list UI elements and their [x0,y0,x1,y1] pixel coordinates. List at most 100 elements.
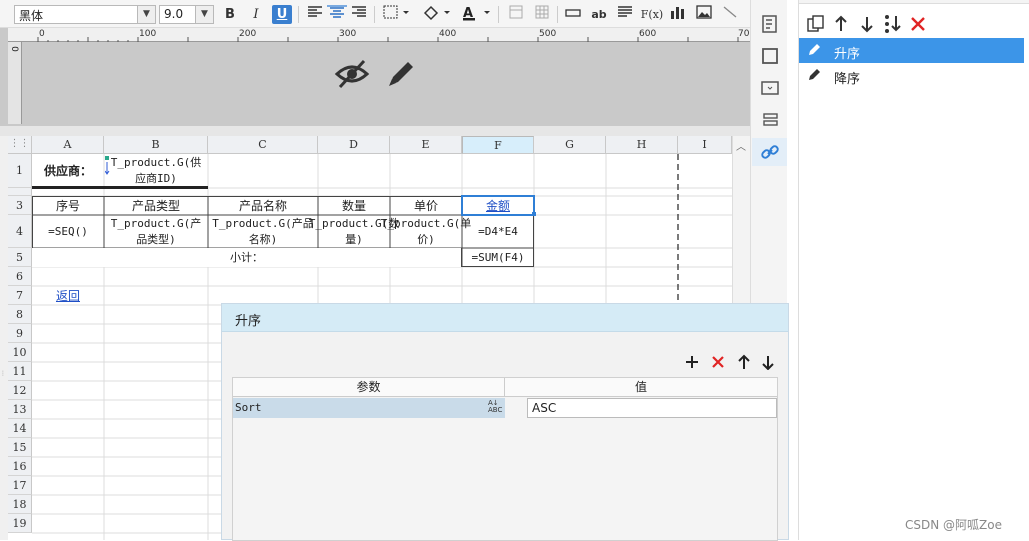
border-box-icon[interactable] [760,46,780,66]
wrap-text-button[interactable] [615,5,635,24]
align-center-button[interactable] [327,5,347,18]
italic-button[interactable]: I [246,5,266,24]
page-header-area [0,28,750,126]
row-header-11[interactable]: 11 [8,362,32,381]
font-size-select[interactable]: 9.0 ▼ [159,5,214,24]
underline-button[interactable]: U [272,5,292,24]
border-button[interactable] [381,5,411,24]
table-row[interactable]: Sort A↓ ABC [233,398,505,418]
text-label-button[interactable]: ab [589,5,609,24]
image-button[interactable] [694,5,714,24]
column-header-h[interactable]: H [606,136,678,154]
row-header-4[interactable]: 4 [8,215,32,248]
widget-icon[interactable] [760,78,780,98]
list-item-ascending[interactable]: 升序 [799,38,1024,63]
cell-f5[interactable]: =SUM(F4) [462,248,534,267]
bold-button[interactable]: B [220,5,240,24]
column-header-i[interactable]: I [678,136,732,154]
delete-icon[interactable] [910,16,926,32]
row-header-1[interactable]: 1 [8,154,32,188]
toolbar-divider [298,6,299,23]
formula-button[interactable]: F(x) [640,5,664,24]
row-header-14[interactable]: 14 [8,419,32,438]
cell-f3[interactable]: 金额 [462,196,534,215]
row-header-9[interactable]: 9 [8,324,32,343]
cell-a4[interactable]: =SEQ() [32,215,104,248]
copy-icon[interactable] [807,15,825,33]
row-header-17[interactable]: 17 [8,476,32,495]
cell-a5-merged[interactable]: 小计： [32,248,462,267]
column-header-e[interactable]: E [390,136,462,154]
cell-b4[interactable]: T_product.G(产品类型) [104,215,208,248]
chart-button[interactable] [668,5,688,24]
row-header-5[interactable]: 5 [8,248,32,267]
pencil-icon[interactable] [385,58,417,90]
row-header-3[interactable]: 3 [8,196,32,215]
arrow-up-icon[interactable] [833,15,849,33]
column-header-b[interactable]: B [104,136,208,154]
arrow-up-icon[interactable] [737,354,751,370]
cell-d3[interactable]: 数量 [318,196,390,215]
font-family-select[interactable]: 黑体 ▼ [14,5,156,24]
split-cells-button[interactable] [532,5,552,24]
chevron-down-icon[interactable]: ▼ [137,6,155,23]
row-header-13[interactable]: 13 [8,400,32,419]
align-right-button[interactable] [349,5,369,24]
vertical-ruler: 0 [8,42,22,124]
text-field-icon [565,9,581,17]
splitter-handle[interactable]: ⋮ [0,370,6,378]
column-header-f[interactable]: F [462,136,534,154]
font-color-button[interactable]: A [460,5,492,24]
arrow-down-icon[interactable] [761,354,775,370]
return-link[interactable]: 返回 [32,286,104,305]
align-left-button[interactable] [305,5,325,24]
row-header-6[interactable]: 6 [8,267,32,286]
add-icon[interactable] [685,355,699,369]
hyperlink-icon[interactable] [760,142,780,162]
merge-cells-button[interactable] [506,5,526,24]
delete-icon[interactable] [711,355,725,369]
row-header-10[interactable]: 10 [8,343,32,362]
row-header-7[interactable]: 7 [8,286,32,305]
cell-c3[interactable]: 产品名称 [208,196,318,215]
list-item-descending[interactable]: 降序 [799,63,1024,88]
column-header-g[interactable]: G [534,136,606,154]
layers-icon[interactable] [760,110,780,130]
dialog-title-bar[interactable]: 升序 [222,304,788,332]
row-header-15[interactable]: 15 [8,438,32,457]
row-header-8[interactable]: 8 [8,305,32,324]
fill-color-button[interactable] [420,5,452,24]
cell-attributes-icon[interactable] [760,14,780,34]
param-name: Sort [235,401,262,414]
column-header-a[interactable]: A [32,136,104,154]
sort-az-icon[interactable]: A↓ ABC [488,400,502,414]
move-bottom-icon[interactable] [883,14,903,34]
cell-d4[interactable]: T_product.G(数量) [309,215,399,248]
row-header-12[interactable]: 12 [8,381,32,400]
row-header-16[interactable]: 16 [8,457,32,476]
value-input[interactable]: ASC [527,398,777,418]
eye-off-icon[interactable] [334,58,370,90]
cell-f4[interactable]: =D4*E4 [462,215,534,248]
chevron-up-icon[interactable]: ︿ [736,138,746,153]
slash-button[interactable] [720,5,740,24]
cell-a3[interactable]: 序号 [32,196,104,215]
cell-b1[interactable]: T_product.G(供应商ID) [104,154,208,188]
row-header-18[interactable]: 18 [8,495,32,514]
cell-e3[interactable]: 单价 [390,196,462,215]
cell-a1[interactable]: 供应商： [32,154,104,188]
arrow-down-icon[interactable] [859,15,875,33]
chevron-down-icon[interactable]: ▼ [195,6,213,23]
cell-e4[interactable]: T_product.G(单价) [381,215,471,248]
text-field-button[interactable] [563,5,583,24]
cell-c4[interactable]: T_product.G(产品名称) [208,215,318,248]
row-header-2[interactable] [8,188,32,196]
cell-b3[interactable]: 产品类型 [104,196,208,215]
column-header-d[interactable]: D [318,136,390,154]
column-header-c[interactable]: C [208,136,318,154]
grid-icon [535,5,549,19]
merge-cells-icon [509,5,523,19]
grid-corner[interactable]: ⋮⋮ [8,136,32,154]
wrap-text-icon [618,6,632,17]
row-header-19[interactable]: 19 [8,514,32,533]
